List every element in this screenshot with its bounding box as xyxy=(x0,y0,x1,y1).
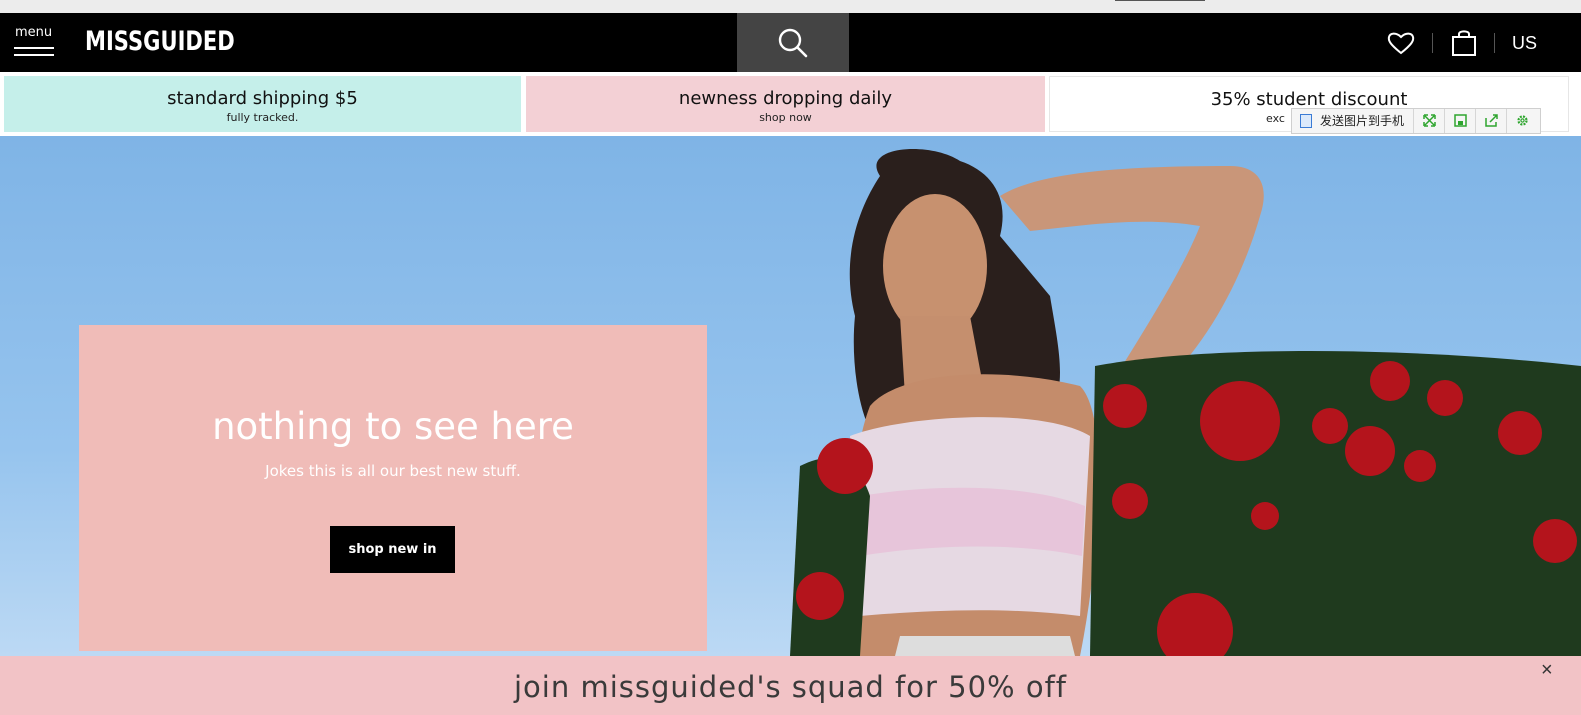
promo-shipping[interactable]: standard shipping $5 fully tracked. xyxy=(4,76,521,132)
header-divider xyxy=(1432,33,1433,53)
promo-title: 35% student discount xyxy=(1210,89,1408,110)
menu-label: menu xyxy=(15,25,53,40)
bag-icon[interactable] xyxy=(1451,29,1477,57)
hero-card: nothing to see here Jokes this is all ou… xyxy=(79,325,707,651)
region-selector[interactable]: US xyxy=(1512,33,1537,54)
share-button[interactable] xyxy=(1475,109,1506,133)
phone-icon xyxy=(1300,114,1312,128)
hero-subtitle: Jokes this is all our best new stuff. xyxy=(265,462,521,480)
fullscreen-button[interactable] xyxy=(1413,109,1444,133)
promo-subtitle: shop now xyxy=(759,111,812,124)
share-icon xyxy=(1485,114,1498,127)
heart-icon[interactable] xyxy=(1387,31,1415,55)
menu-button[interactable]: menu xyxy=(14,25,56,61)
promo-title: newness dropping daily xyxy=(678,88,893,109)
save-button[interactable] xyxy=(1444,109,1475,133)
send-to-phone-button[interactable]: 发送图片到手机 xyxy=(1292,109,1413,133)
hero-banner[interactable]: nothing to see here Jokes this is all ou… xyxy=(0,136,1581,656)
site-logo[interactable]: MISSGUIDED xyxy=(85,26,235,57)
menu-icon xyxy=(14,47,54,61)
settings-icon xyxy=(1517,115,1528,126)
squad-banner-text: join missguided's squad for 50% off xyxy=(513,670,1067,704)
promo-subtitle: fully tracked. xyxy=(226,111,299,124)
close-icon[interactable]: × xyxy=(1541,659,1553,682)
promo-title: standard shipping $5 xyxy=(167,88,358,109)
search-button[interactable] xyxy=(737,13,849,72)
hero-title: nothing to see here xyxy=(212,405,574,448)
shop-new-in-button[interactable]: shop new in xyxy=(330,526,455,573)
send-to-phone-label: 发送图片到手机 xyxy=(1320,114,1405,128)
browser-top-strip xyxy=(0,0,1581,14)
search-icon xyxy=(778,28,808,58)
site-header: menu MISSGUIDED US xyxy=(0,13,1581,72)
tab-underline xyxy=(1115,0,1205,1)
settings-button[interactable] xyxy=(1506,109,1537,133)
save-icon xyxy=(1454,114,1467,127)
squad-signup-banner[interactable]: join missguided's squad for 50% off × xyxy=(0,656,1581,715)
fullscreen-icon xyxy=(1423,114,1436,127)
header-divider xyxy=(1494,33,1495,53)
image-toolbar: 发送图片到手机 xyxy=(1291,108,1541,134)
promo-newness[interactable]: newness dropping daily shop now xyxy=(526,76,1045,132)
